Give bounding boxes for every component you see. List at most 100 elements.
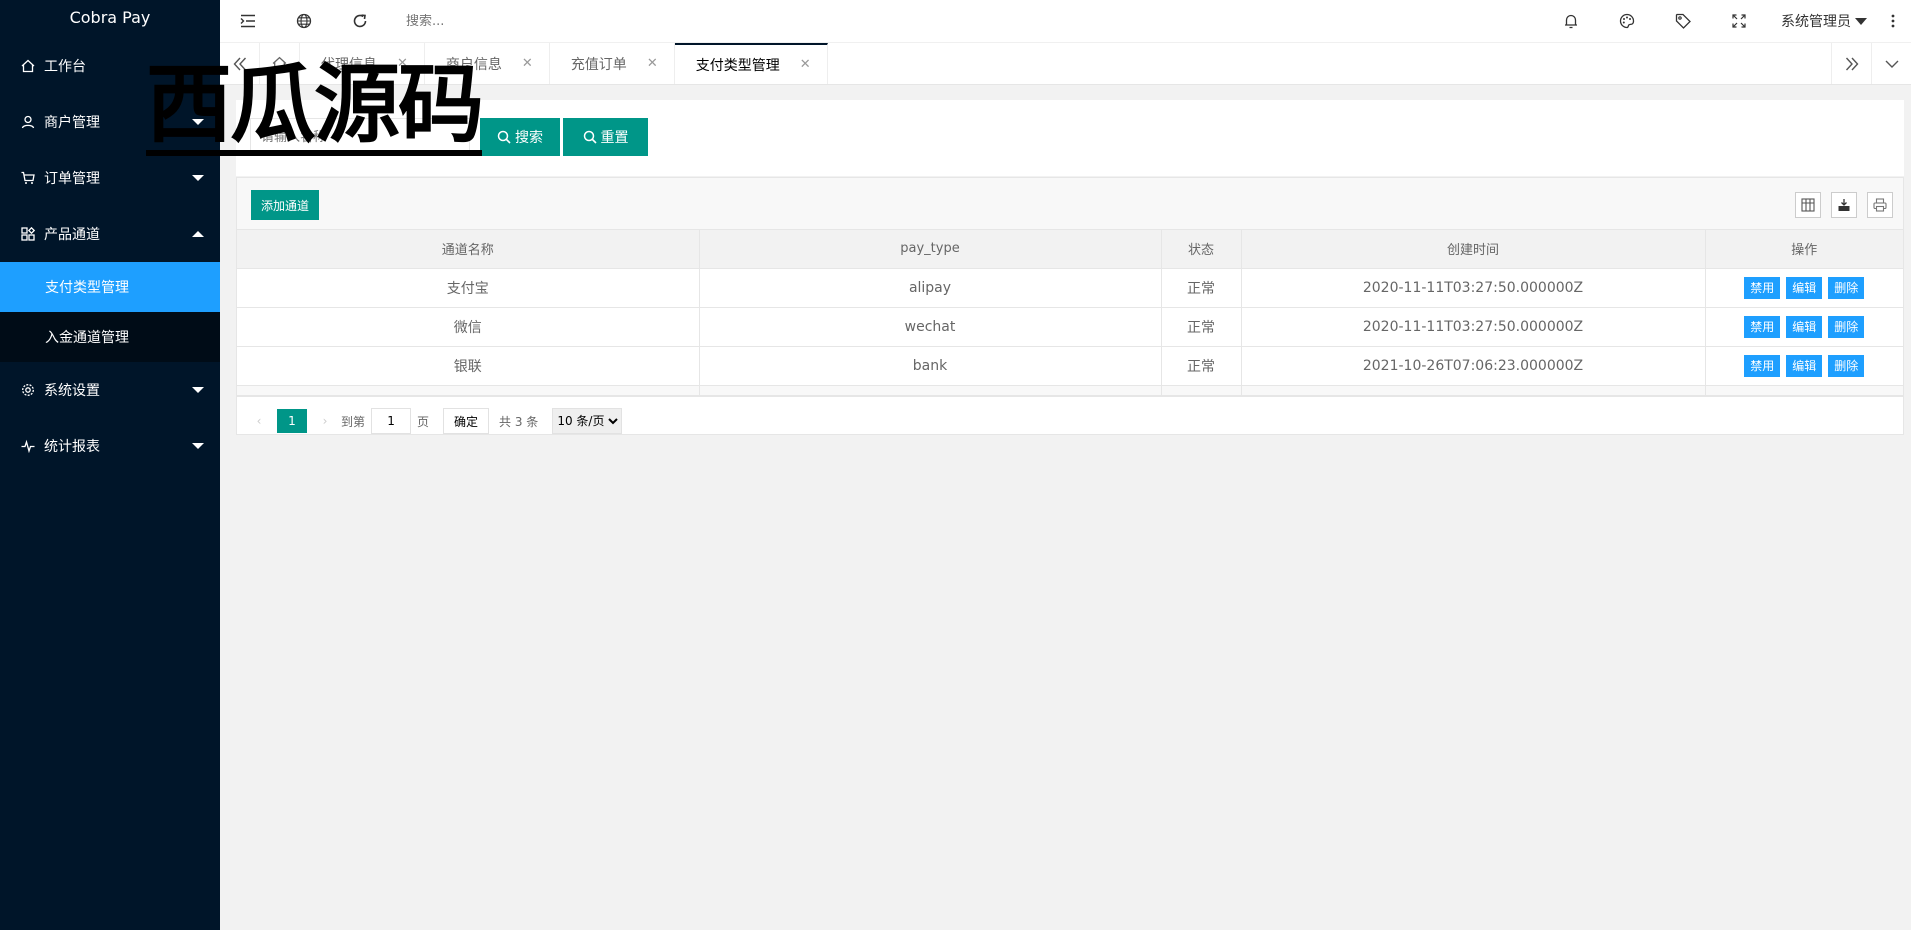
page-size-select[interactable]: 10 条/页 <box>552 408 623 434</box>
table-toolbar: 添加通道 <box>237 178 1903 230</box>
cell-pay-type: wechat <box>699 307 1162 347</box>
table-filler-row <box>237 385 1903 396</box>
tabs-scroll-right-icon[interactable] <box>1831 43 1871 84</box>
tag-icon[interactable] <box>1655 0 1711 42</box>
pay-type-table: 通道名称 pay_type 状态 创建时间 操作 支付宝 alipay 正常 2… <box>237 230 1903 396</box>
edit-button[interactable]: 编辑 <box>1786 354 1823 377</box>
close-icon[interactable]: ✕ <box>522 56 533 71</box>
cell-actions: 禁用 编辑 删除 <box>1705 307 1903 347</box>
columns-filter-icon[interactable] <box>1795 192 1821 218</box>
edit-button[interactable]: 编辑 <box>1786 315 1823 338</box>
column-header[interactable]: 通道名称 <box>237 230 700 269</box>
column-header[interactable]: pay_type <box>699 230 1162 269</box>
submenu-product-channel: 支付类型管理 入金通道管理 <box>0 262 220 362</box>
globe-icon[interactable] <box>276 0 332 42</box>
palette-icon[interactable] <box>1599 0 1655 42</box>
chevron-down-icon <box>192 175 204 181</box>
cell-status: 正常 <box>1161 307 1242 347</box>
close-icon[interactable]: ✕ <box>647 56 658 71</box>
edit-button[interactable]: 编辑 <box>1786 276 1823 299</box>
print-icon[interactable] <box>1867 192 1893 218</box>
sidebar-subitem-label: 支付类型管理 <box>45 280 129 296</box>
chevron-down-icon <box>192 387 204 393</box>
column-header[interactable]: 创建时间 <box>1241 230 1706 269</box>
search-button[interactable]: 搜索 <box>480 118 560 156</box>
sidebar-item-label: 统计报表 <box>44 439 100 455</box>
delete-button[interactable]: 删除 <box>1828 276 1865 299</box>
sidebar-item-orders[interactable]: 订单管理 <box>0 150 220 206</box>
apps-icon <box>20 226 36 242</box>
fullscreen-icon[interactable] <box>1711 0 1767 42</box>
data-table-panel: 添加通道 通道名称 pay_type 状态 创建时间 操作 支付宝 alipay… <box>236 177 1904 435</box>
sidebar-subitem-deposit-channel[interactable]: 入金通道管理 <box>0 312 220 362</box>
tab-label: 支付类型管理 <box>695 57 780 74</box>
cell-name: 支付宝 <box>237 268 700 308</box>
gear-icon <box>20 382 36 398</box>
user-menu[interactable]: 系统管理员 <box>1767 11 1875 31</box>
prev-page-icon[interactable]: ‹ <box>249 414 269 428</box>
search-icon <box>583 130 597 144</box>
home-icon <box>20 58 36 74</box>
sidebar-item-settings[interactable]: 系统设置 <box>0 362 220 418</box>
search-panel: 搜索 重置 <box>236 100 1904 176</box>
cell-pay-type: alipay <box>699 268 1162 308</box>
sidebar-item-label: 系统设置 <box>44 383 100 399</box>
cell-actions: 禁用 编辑 删除 <box>1705 268 1903 308</box>
refresh-icon[interactable] <box>332 0 388 42</box>
sidebar-item-product-channel[interactable]: 产品通道 <box>0 206 220 262</box>
sidebar-item-reports[interactable]: 统计报表 <box>0 418 220 474</box>
more-vertical-icon[interactable] <box>1875 0 1911 42</box>
tabs-dropdown-icon[interactable] <box>1871 43 1911 84</box>
close-icon[interactable]: ✕ <box>800 57 811 72</box>
next-page-icon[interactable]: › <box>315 414 335 428</box>
chevron-up-icon <box>192 231 204 237</box>
user-name-label: 系统管理员 <box>1781 14 1851 30</box>
current-page[interactable]: 1 <box>277 409 307 433</box>
delete-button[interactable]: 删除 <box>1828 354 1865 377</box>
column-header[interactable]: 状态 <box>1161 230 1242 269</box>
tab-recharge-orders[interactable]: 充值订单 ✕ <box>550 43 675 84</box>
global-search-input[interactable] <box>406 13 706 29</box>
sidebar-subitem-label: 入金通道管理 <box>45 330 129 346</box>
goto-confirm-button[interactable]: 确定 <box>443 408 490 434</box>
delete-button[interactable]: 删除 <box>1828 315 1865 338</box>
cell-created: 2020-11-11T03:27:50.000000Z <box>1241 307 1706 347</box>
pulse-icon <box>20 438 36 454</box>
search-button-label: 搜索 <box>515 130 543 146</box>
cell-status: 正常 <box>1161 346 1242 386</box>
chevron-down-icon <box>192 443 204 449</box>
reset-button[interactable]: 重置 <box>563 118 648 156</box>
cell-actions: 禁用 编辑 删除 <box>1705 346 1903 386</box>
table-row[interactable]: 微信 wechat 正常 2020-11-11T03:27:50.000000Z… <box>237 307 1903 347</box>
tab-label: 充值订单 <box>570 56 627 73</box>
bell-icon[interactable] <box>1543 0 1599 42</box>
disable-button[interactable]: 禁用 <box>1744 315 1781 338</box>
table-header-row: 通道名称 pay_type 状态 创建时间 操作 <box>237 230 1903 269</box>
sidebar-subitem-pay-type[interactable]: 支付类型管理 <box>0 262 220 312</box>
disable-button[interactable]: 禁用 <box>1744 354 1781 377</box>
cell-pay-type: bank <box>699 346 1162 386</box>
menu-collapse-icon[interactable] <box>220 0 276 42</box>
sidebar-item-label: 商户管理 <box>44 115 100 131</box>
table-row[interactable]: 银联 bank 正常 2021-10-26T07:06:23.000000Z 禁… <box>237 346 1903 386</box>
goto-page-input[interactable] <box>371 408 412 434</box>
cart-icon <box>20 170 36 186</box>
disable-button[interactable]: 禁用 <box>1744 276 1781 299</box>
goto-label: 到第 <box>341 414 366 429</box>
cell-name: 银联 <box>237 346 700 386</box>
export-icon[interactable] <box>1831 192 1857 218</box>
column-header[interactable]: 操作 <box>1705 230 1903 269</box>
caret-down-icon <box>1855 17 1867 25</box>
sidebar-item-label: 工作台 <box>44 59 86 75</box>
search-icon <box>497 130 511 144</box>
cell-name: 微信 <box>237 307 700 347</box>
table-row[interactable]: 支付宝 alipay 正常 2020-11-11T03:27:50.000000… <box>237 268 1903 308</box>
top-header: 系统管理员 <box>220 0 1911 42</box>
reset-button-label: 重置 <box>600 130 629 146</box>
cell-status: 正常 <box>1161 268 1242 308</box>
add-channel-button[interactable]: 添加通道 <box>251 190 320 220</box>
cell-created: 2020-11-11T03:27:50.000000Z <box>1241 268 1706 308</box>
tab-pay-type[interactable]: 支付类型管理 ✕ <box>674 43 828 84</box>
pagination: ‹ 1 › 到第 页 确定 共 3 条 10 条/页 <box>237 395 1903 446</box>
page-unit-label: 页 <box>417 414 430 429</box>
